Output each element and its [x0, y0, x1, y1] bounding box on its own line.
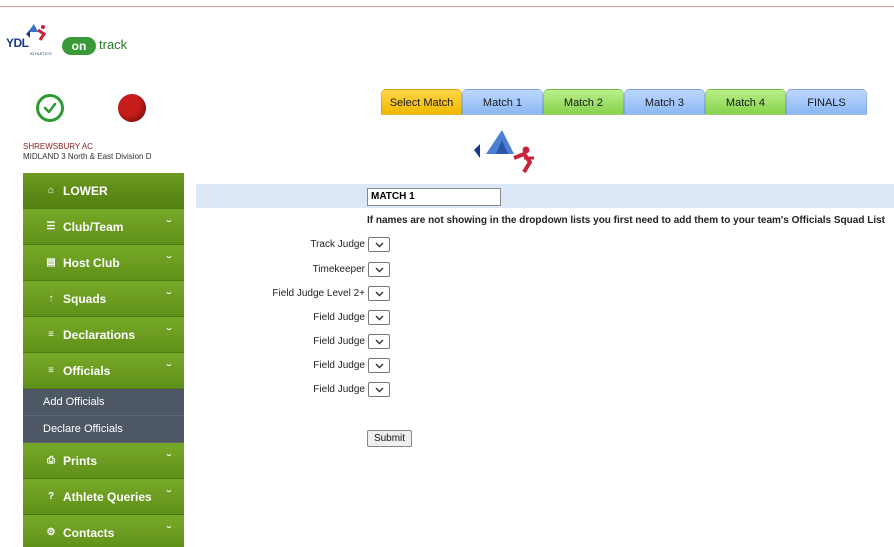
- official-select[interactable]: [368, 382, 390, 397]
- sidebar-item-label: Officials: [63, 363, 111, 378]
- sidebar-item-label: Declarations: [63, 327, 136, 342]
- sidebar-item-prints[interactable]: ⎙ Prints ˇ: [23, 443, 184, 479]
- official-row-timekeeper: Timekeeper: [200, 262, 390, 278]
- track-wordmark: track: [99, 37, 128, 52]
- question-icon: ?: [47, 491, 55, 502]
- keyboard-icon: ▤: [46, 257, 56, 268]
- official-label: Field Judge Level 2+: [272, 288, 365, 299]
- sidebar-item-label: Athlete Queries: [63, 489, 152, 504]
- official-row-field-judge-l2: Field Judge Level 2+: [200, 286, 390, 302]
- chevron-down-icon: ˇ: [165, 328, 171, 339]
- chevron-down-icon: ˇ: [165, 256, 171, 267]
- sidebar-item-label: Contacts: [63, 525, 115, 540]
- sidebar-item-contacts[interactable]: ⚙ Contacts ˇ: [23, 515, 184, 547]
- official-select[interactable]: [368, 358, 390, 373]
- ydl-ontrack-logo[interactable]: YDL ATHLETICS on track: [6, 22, 136, 58]
- chevron-down-icon: ˇ: [165, 292, 171, 303]
- tab-select-match[interactable]: Select Match: [381, 89, 462, 115]
- official-row-field-judge: Field Judge: [200, 334, 390, 350]
- sidebar-item-squads[interactable]: ↑ Squads ˇ: [23, 281, 184, 317]
- status-ok-icon: [36, 94, 64, 122]
- sidebar: ⌂ LOWER ☰ Club/Team ˇ ▤ Host Club ˇ ↑ Sq…: [23, 173, 184, 547]
- arrow-up-icon: ↑: [48, 293, 54, 304]
- print-icon: ⎙: [47, 455, 55, 466]
- officials-notice: If names are not showing in the dropdown…: [367, 215, 885, 226]
- match-field[interactable]: MATCH 1: [367, 188, 501, 206]
- ydl-athlete-logo-icon: [474, 130, 534, 174]
- official-label: Field Judge: [313, 336, 365, 347]
- chevron-down-icon: ˇ: [165, 364, 171, 375]
- submit-button[interactable]: Submit: [367, 430, 412, 447]
- chevron-down-icon: [375, 315, 384, 321]
- chevron-down-icon: [375, 363, 384, 369]
- tab-match-4[interactable]: Match 4: [705, 89, 786, 115]
- club-division: MIDLAND 3 North & East Division D: [23, 152, 152, 161]
- chevron-down-icon: [375, 387, 384, 393]
- club-name: SHREWSBURY AC: [23, 142, 93, 151]
- sidebar-item-club-team[interactable]: ☰ Club/Team ˇ: [23, 209, 184, 245]
- sidebar-subitem-label: Declare Officials: [43, 423, 123, 435]
- official-label: Field Judge: [313, 384, 365, 395]
- sidebar-subitem-declare-officials[interactable]: Declare Officials: [23, 416, 184, 443]
- sidebar-item-athlete-queries[interactable]: ? Athlete Queries ˇ: [23, 479, 184, 515]
- tab-match-1[interactable]: Match 1: [462, 89, 543, 115]
- sidebar-item-officials[interactable]: ≡ Officials ˇ: [23, 353, 184, 389]
- official-label: Field Judge: [313, 312, 365, 323]
- tab-match-3[interactable]: Match 3: [624, 89, 705, 115]
- sidebar-subitem-label: Add Officials: [43, 396, 105, 408]
- official-row-field-judge: Field Judge: [200, 358, 390, 374]
- chevron-down-icon: ˇ: [165, 454, 171, 465]
- chevron-down-icon: [375, 339, 384, 345]
- official-label: Timekeeper: [312, 264, 365, 275]
- official-select[interactable]: [368, 310, 390, 325]
- official-row-track-judge: Track Judge: [200, 237, 390, 253]
- sidebar-subitem-add-officials[interactable]: Add Officials: [23, 389, 184, 416]
- list-icon: ≡: [48, 365, 54, 376]
- chevron-down-icon: [375, 242, 384, 248]
- sidebar-item-host-club[interactable]: ▤ Host Club ˇ: [23, 245, 184, 281]
- ydl-athlete-icon: [26, 24, 47, 41]
- list-icon: ≡: [48, 329, 54, 340]
- sidebar-item-lower[interactable]: ⌂ LOWER: [23, 173, 184, 209]
- chevron-down-icon: [375, 291, 384, 297]
- ydl-wordmark: YDL: [6, 36, 29, 50]
- match-header-band: [196, 184, 894, 208]
- top-rule: [0, 6, 894, 7]
- official-select[interactable]: [368, 262, 390, 277]
- tab-finals[interactable]: FINALS: [786, 89, 867, 115]
- database-icon: ☰: [46, 221, 56, 232]
- cogs-icon: ⚙: [46, 527, 56, 538]
- official-select[interactable]: [368, 237, 390, 252]
- tab-match-2[interactable]: Match 2: [543, 89, 624, 115]
- sidebar-item-label: Club/Team: [63, 219, 124, 234]
- official-select[interactable]: [368, 334, 390, 349]
- sidebar-item-label: LOWER: [63, 183, 108, 198]
- on-pill: on: [62, 37, 96, 55]
- sidebar-item-label: Squads: [63, 291, 107, 306]
- home-icon: ⌂: [47, 185, 55, 196]
- sidebar-item-declarations[interactable]: ≡ Declarations ˇ: [23, 317, 184, 353]
- sidebar-item-label: Prints: [63, 453, 98, 468]
- match-tabs: Select Match Match 1 Match 2 Match 3 Mat…: [381, 89, 867, 115]
- athletics-wordmark: ATHLETICS: [30, 51, 52, 56]
- official-label: Track Judge: [310, 239, 365, 250]
- chevron-down-icon: [375, 267, 384, 273]
- sidebar-item-label: Host Club: [63, 255, 120, 270]
- chevron-down-icon: ˇ: [165, 220, 171, 231]
- chevron-down-icon: ˇ: [165, 490, 171, 501]
- status-red-dot-icon: [118, 94, 146, 122]
- official-row-field-judge: Field Judge: [200, 310, 390, 326]
- chevron-down-icon: ˇ: [165, 526, 171, 537]
- official-label: Field Judge: [313, 360, 365, 371]
- official-row-field-judge: Field Judge: [200, 382, 390, 398]
- official-select[interactable]: [368, 286, 390, 301]
